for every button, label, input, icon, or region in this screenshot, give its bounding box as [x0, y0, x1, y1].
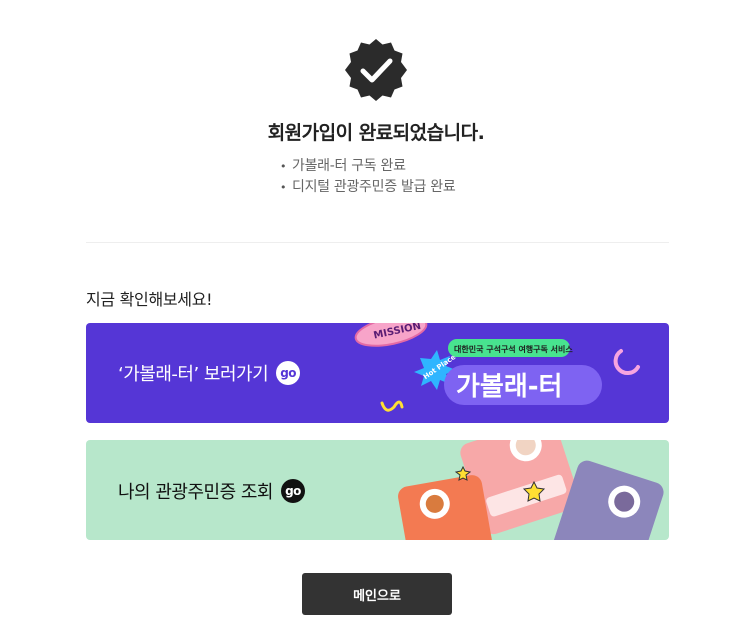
tourist-id-cards-illustration [398, 440, 664, 540]
banner-label-text: 나의 관광주민증 조회 [118, 482, 273, 503]
main-button[interactable]: 메인으로 [302, 573, 452, 615]
tagline-label: 대한민국 구석구석 여행구독 서비스 [454, 344, 573, 354]
gavollaeter-banner[interactable]: ‘가볼래-터’ 보러가기 go MISSION Hot Place 대한민국 구… [86, 323, 669, 423]
list-item-label: 디지털 관광주민증 발급 완료 [292, 179, 456, 195]
completion-list: • 가볼래-터 구독 완료 • 디지털 관광주민증 발급 완료 [280, 156, 456, 198]
list-item: • 디지털 관광주민증 발급 완료 [280, 177, 456, 198]
bullet: • [280, 181, 287, 194]
success-check-icon [343, 37, 409, 103]
gavollaeter-illustration: MISSION Hot Place 대한민국 구석구석 여행구독 서비스 가볼래… [354, 323, 640, 412]
list-item: • 가볼래-터 구독 완료 [280, 156, 455, 177]
bullet: • [280, 160, 287, 173]
banner-label: 나의 관광주민증 조회 go [118, 478, 305, 504]
banner-label-text: ‘가볼래-터’ 보러가기 [118, 364, 269, 385]
logo-label: 가볼래-터 [456, 372, 562, 402]
section-title: 지금 확인해보세요! [86, 290, 213, 309]
page-title: 회원가입이 완료되었습니다. [267, 122, 485, 144]
go-icon: go [276, 361, 301, 385]
go-icon: go [280, 479, 305, 503]
banner-label: ‘가볼래-터’ 보러가기 go [118, 360, 301, 386]
list-item-label: 가볼래-터 구독 완료 [292, 158, 406, 174]
divider [86, 242, 669, 243]
tourist-id-banner[interactable]: 나의 관광주민증 조회 go [86, 440, 669, 540]
